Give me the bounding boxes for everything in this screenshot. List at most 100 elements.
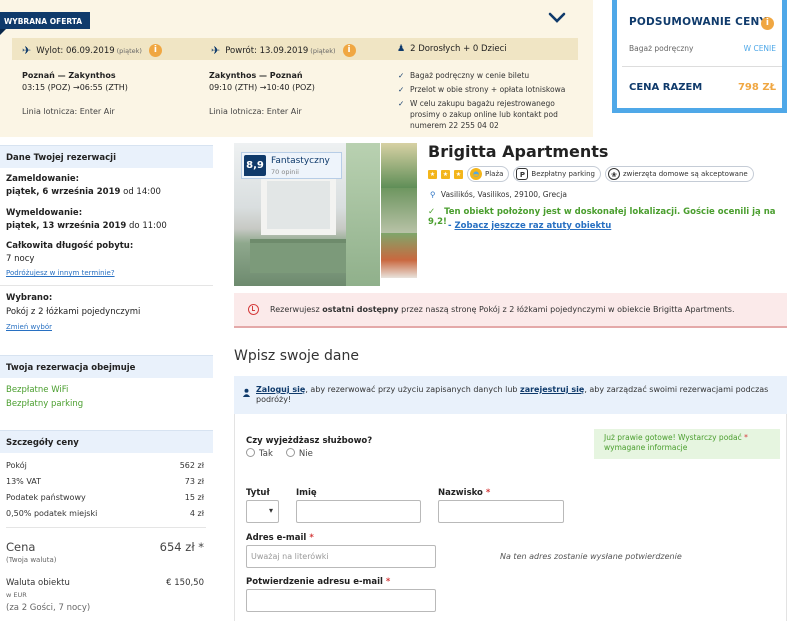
- email-input[interactable]: Uważaj na literówki: [246, 545, 436, 568]
- location-link-prefix: -: [448, 221, 452, 231]
- business-trip-label: Czy wyjeżdżasz służbowo?: [246, 436, 373, 446]
- offer-inclusions: Bagaż podręczny w cenie biletu Przelot w…: [398, 70, 578, 134]
- outbound-times: 03:15 (POZ) →06:55 (ZTH): [22, 83, 128, 92]
- email-label-text: Adres e-mail: [246, 533, 307, 543]
- hotel-thumbnail[interactable]: [381, 188, 417, 233]
- amenity-parking: P Bezpłatny parking: [513, 166, 601, 182]
- inclusion-item: W celu zakupu bagażu rejestrowanego pros…: [398, 98, 578, 131]
- return-date: Powrót: 13.09.2019: [225, 45, 309, 56]
- change-selection-link[interactable]: Zmień wybór: [6, 322, 52, 333]
- amenity-label: Bezpłatny parking: [531, 170, 595, 178]
- return-route: Zakynthos — Poznań: [209, 71, 303, 80]
- price-value: 654 zł *: [159, 540, 204, 554]
- total-price-label: CENA RAZEM: [629, 82, 703, 93]
- price-details-header: Szczegóły ceny: [0, 430, 213, 453]
- ready-note-text: Już prawie gotowe! Wystarczy podać: [604, 433, 742, 442]
- email-label: Adres e-mail *: [246, 533, 314, 543]
- price-summary-divider: [622, 66, 782, 67]
- parking-icon: P: [516, 168, 529, 180]
- login-prompt-text: , aby rezerwować przy użyciu zapisanych …: [305, 385, 518, 394]
- checkout-label: Wymeldowanie:: [6, 208, 83, 218]
- checkout-time: do 11:00: [129, 221, 167, 231]
- plane-landing-icon: ✈: [211, 44, 221, 57]
- total-price-value: 798 ZŁ: [737, 82, 776, 93]
- checkin-label: Zameldowanie:: [6, 174, 80, 184]
- star-icon: ★: [441, 169, 450, 179]
- last-name-input[interactable]: [438, 500, 564, 523]
- radio-button[interactable]: [285, 448, 295, 457]
- hand-luggage-value: W CENIE: [743, 44, 776, 53]
- include-item-wifi: Bezpłatne WiFi: [6, 385, 69, 395]
- passengers-header: ♟ 2 Dorosłych + 0 Dzieci: [397, 44, 507, 54]
- return-weekday: (piątek): [310, 46, 336, 55]
- hotel-thumbnail[interactable]: [381, 233, 417, 278]
- stay-length-value: 7 nocy: [6, 254, 35, 264]
- passengers-count: 2 Dorosłych + 0 Dzieci: [410, 44, 507, 54]
- person-icon: ♟: [397, 44, 406, 54]
- price-row: Podatek państwowy 15 zł: [6, 493, 204, 502]
- info-icon[interactable]: i: [342, 44, 356, 57]
- outbound-route: Poznań — Zakynthos: [22, 71, 116, 80]
- price-row: 0,50% podatek miejski 4 zł: [6, 509, 204, 518]
- email-confirm-label-text: Potwierdzenie adresu e-mail: [246, 577, 383, 587]
- last-name-label-text: Nazwisko: [438, 488, 483, 498]
- form-title: Wpisz swoje dane: [234, 348, 359, 364]
- checkout-value: piątek, 13 września 2019 do 11:00: [6, 221, 167, 232]
- outbound-header: ✈ Wylot: 06.09.2019 (piątek) i: [22, 44, 162, 57]
- radio-no[interactable]: Nie: [285, 448, 313, 459]
- first-name-label: Imię: [296, 488, 317, 498]
- required-mark: *: [309, 533, 314, 543]
- info-icon[interactable]: i: [761, 17, 774, 30]
- star-icon: ★: [454, 169, 463, 179]
- checkin-time: od 14:00: [123, 187, 161, 197]
- currency-label: Waluta obiektu: [6, 578, 70, 588]
- location-link-row: - Zobacz jeszcze raz atuty obiektu: [448, 221, 611, 231]
- inclusion-item: Bagaż podręczny w cenie biletu: [398, 70, 578, 81]
- amenity-label: Plaża: [485, 170, 504, 178]
- price-row-label: Podatek państwowy: [6, 493, 86, 502]
- total-price-row: Cena 654 zł *: [6, 540, 204, 554]
- checkin-value: piątek, 6 września 2019 od 14:00: [6, 187, 161, 198]
- chevron-down-icon[interactable]: [545, 8, 569, 28]
- email-confirm-input[interactable]: [246, 589, 436, 612]
- clock-icon: [248, 304, 259, 315]
- radio-button[interactable]: [246, 448, 255, 457]
- title-select[interactable]: [246, 500, 279, 523]
- outbound-weekday: (piątek): [116, 46, 142, 55]
- login-link[interactable]: Zaloguj się: [256, 385, 305, 394]
- register-link[interactable]: zarejestruj się: [520, 385, 584, 394]
- info-icon[interactable]: i: [148, 44, 162, 57]
- radio-yes[interactable]: Tak: [246, 448, 273, 459]
- price-row: 13% VAT 73 zł: [6, 477, 204, 486]
- ready-note-text-2: wymagane informacje: [604, 443, 688, 452]
- user-icon: [242, 388, 251, 397]
- property-highlights-link[interactable]: Zobacz jeszcze raz atuty obiektu: [455, 221, 612, 231]
- review-score-label: Fantastyczny: [271, 156, 330, 166]
- price-label: Cena: [6, 540, 36, 554]
- includes-header: Twoja rezerwacja obejmuje: [0, 355, 213, 378]
- alert-prefix: Rezerwujesz: [270, 305, 320, 314]
- currency-value: € 150,50: [166, 578, 204, 588]
- return-times: 09:10 (ZTH) →10:40 (POZ): [209, 83, 315, 92]
- review-score-badge[interactable]: 8,9 Fantastyczny 70 opinii: [241, 152, 342, 179]
- location-pin-icon: ⚲: [430, 190, 436, 199]
- radio-yes-label: Tak: [259, 449, 273, 459]
- outbound-airline: Linia lotnicza: Enter Air: [22, 107, 115, 116]
- booking-details-header: Dane Twojej rezerwacji: [0, 145, 213, 168]
- other-dates-link[interactable]: Podróżujesz w innym terminie?: [6, 268, 115, 279]
- divider: [0, 285, 213, 286]
- chosen-label: Wybrano:: [6, 293, 53, 303]
- currency-code: w EUR: [6, 591, 27, 599]
- hotel-thumbnail[interactable]: [381, 143, 417, 188]
- inclusion-item: Przelot w obie strony + opłata lotniskow…: [398, 84, 578, 95]
- alert-emphasis: ostatni dostępny: [322, 305, 399, 314]
- price-row-label: 13% VAT: [6, 477, 42, 486]
- price-row-label: Pokój: [6, 461, 27, 470]
- login-prompt-bar: Zaloguj się, aby rezerwować przy użyciu …: [234, 376, 787, 414]
- required-mark: *: [385, 577, 391, 587]
- first-name-input[interactable]: [296, 500, 421, 523]
- property-currency-row: Waluta obiektu € 150,50: [6, 578, 204, 588]
- guests-note: (za 2 Gości, 7 nocy): [6, 603, 91, 613]
- paw-icon: ❀: [607, 168, 620, 180]
- required-mark: *: [485, 488, 491, 498]
